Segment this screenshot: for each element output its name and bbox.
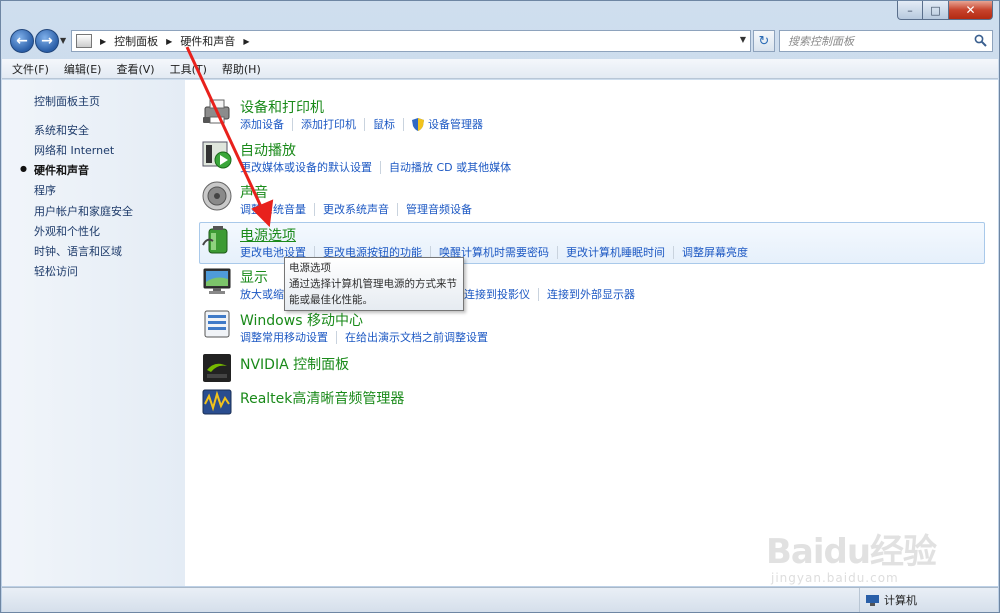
menu-view[interactable]: 查看(V) [116,61,154,77]
link-divider [314,202,315,216]
link-presentation-settings[interactable]: 在给出演示文档之前调整设置 [345,329,488,345]
tooltip-text-continued: 能或最佳化性能。 [289,294,373,306]
active-bullet-icon: ● [20,164,27,173]
chevron-right-icon[interactable]: ▶ [243,37,249,46]
menu-bar: 文件(F) 编辑(E) 查看(V) 工具(T) 帮助(H) [2,59,998,79]
category-links: 添加设备 添加打印机 鼠标 设备管理器 [240,116,483,132]
forward-button[interactable]: → [35,29,59,53]
category-title[interactable]: Windows 移动中心 [240,310,363,330]
computer-icon [866,594,879,606]
link-divider [538,287,539,301]
link-add-device[interactable]: 添加设备 [240,116,284,132]
sidebar-item-appearance[interactable]: 外观和个性化 [34,223,100,239]
sidebar-item-system-security[interactable]: 系统和安全 [34,122,89,138]
tooltip: 电源选项 通过选择计算机管理电源的方式来节 能或最佳化性能。 [284,257,464,311]
watermark-logo: Baidu经验 [766,532,937,572]
printer-icon[interactable] [201,95,233,127]
link-divider [292,117,293,131]
link-device-manager[interactable]: 设备管理器 [428,116,483,132]
nvidia-icon[interactable] [201,352,233,384]
search-icon[interactable] [974,34,987,47]
search-input[interactable] [788,34,968,48]
category-title[interactable]: 声音 [240,182,268,202]
link-divider [336,330,337,344]
navigation-row: ← → ▼ ▶ 控制面板 ▶ 硬件和声音 ▶ ▼ ↻ [1,27,1000,57]
link-external-display[interactable]: 连接到外部显示器 [547,286,635,302]
link-connect-projector[interactable]: 连接到投影仪 [464,286,530,302]
control-panel-icon [76,34,92,48]
link-divider [364,117,365,131]
tooltip-title: 电源选项 [289,262,331,274]
link-media-defaults[interactable]: 更改媒体或设备的默认设置 [240,159,372,175]
menu-tools[interactable]: 工具(T) [170,61,207,77]
control-panel-window: – □ ✕ ← → ▼ ▶ 控制面板 ▶ 硬件和声音 ▶ ▼ ↻ 文件(F) 编… [0,0,1000,613]
link-divider [673,245,674,259]
address-bar[interactable]: ▶ 控制面板 ▶ 硬件和声音 ▶ ▼ [71,30,751,52]
link-change-sounds[interactable]: 更改系统声音 [323,201,389,217]
status-location: 计算机 [859,588,997,612]
link-add-printer[interactable]: 添加打印机 [301,116,356,132]
status-bar: 计算机 [2,587,998,612]
mobility-center-icon[interactable] [201,308,233,340]
realtek-icon[interactable] [201,386,233,418]
back-button[interactable]: ← [10,29,34,53]
baidu-watermark: Baidu经验 jingyan.baidu.com [766,504,981,594]
autoplay-icon[interactable] [201,138,233,170]
link-sleep-time[interactable]: 更改计算机睡眠时间 [566,244,665,260]
link-mouse[interactable]: 鼠标 [373,116,395,132]
sidebar-item-home[interactable]: 控制面板主页 [34,93,100,109]
link-divider [557,245,558,259]
link-divider [403,117,404,131]
sidebar-item-user-accounts[interactable]: 用户帐户和家庭安全 [34,203,133,219]
status-location-label: 计算机 [884,594,917,607]
sidebar: 控制面板主页 系统和安全 网络和 Internet ● 硬件和声音 程序 用户帐… [2,80,185,586]
category-links: 调整常用移动设置 在给出演示文档之前调整设置 [240,329,488,345]
refresh-button[interactable]: ↻ [753,30,775,52]
watermark-url: jingyan.baidu.com [771,571,899,585]
speaker-icon[interactable] [201,180,233,212]
chevron-right-icon[interactable]: ▶ [100,37,106,46]
sidebar-item-clock-region[interactable]: 时钟、语言和区域 [34,243,122,259]
sidebar-item-hardware-sound[interactable]: 硬件和声音 [34,162,89,178]
sidebar-item-network[interactable]: 网络和 Internet [34,142,114,158]
category-title[interactable]: Realtek高清晰音频管理器 [240,388,404,408]
recent-pages-dropdown[interactable]: ▼ [60,36,66,45]
breadcrumb-hardware-sound[interactable]: 硬件和声音 [180,33,235,49]
category-links: 更改媒体或设备的默认设置 自动播放 CD 或其他媒体 [240,159,511,175]
uac-shield-icon [412,117,424,131]
battery-icon[interactable] [201,223,233,255]
chevron-right-icon[interactable]: ▶ [166,37,172,46]
category-title[interactable]: 设备和打印机 [240,97,324,117]
link-screen-brightness[interactable]: 调整屏幕亮度 [682,244,748,260]
search-box[interactable] [779,30,993,52]
link-adjust-volume[interactable]: 调整系统音量 [240,201,306,217]
sidebar-item-programs[interactable]: 程序 [34,182,56,198]
close-button[interactable]: ✕ [949,1,993,20]
caption-buttons: – □ ✕ [897,1,993,20]
breadcrumb-control-panel[interactable]: 控制面板 [114,33,158,49]
tooltip-text: 通过选择计算机管理电源的方式来节 [289,278,457,290]
menu-edit[interactable]: 编辑(E) [64,61,102,77]
category-title[interactable]: 显示 [240,267,268,287]
link-divider [380,160,381,174]
address-dropdown-icon[interactable]: ▼ [740,35,746,44]
menu-file[interactable]: 文件(F) [12,61,49,77]
link-mobility-settings[interactable]: 调整常用移动设置 [240,329,328,345]
link-zoom-text[interactable]: 放大或缩 [240,286,284,302]
link-autoplay-cd[interactable]: 自动播放 CD 或其他媒体 [389,159,511,175]
category-title[interactable]: NVIDIA 控制面板 [240,354,349,374]
sidebar-item-ease-of-access[interactable]: 轻松访问 [34,263,78,279]
category-title[interactable]: 电源选项 [240,225,296,245]
link-divider [397,202,398,216]
maximize-button[interactable]: □ [923,1,949,20]
category-links: 调整系统音量 更改系统声音 管理音频设备 [240,201,472,217]
link-manage-audio[interactable]: 管理音频设备 [406,201,472,217]
minimize-button[interactable]: – [897,1,923,20]
monitor-icon[interactable] [201,265,233,297]
menu-help[interactable]: 帮助(H) [222,61,261,77]
category-title[interactable]: 自动播放 [240,140,296,160]
